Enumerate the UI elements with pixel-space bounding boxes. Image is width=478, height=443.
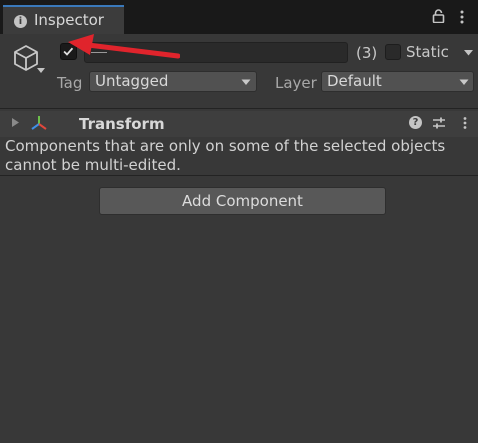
layer-dropdown[interactable]: Default bbox=[321, 71, 474, 92]
tag-dropdown[interactable]: Untagged bbox=[89, 71, 257, 92]
lock-icon[interactable] bbox=[432, 9, 445, 23]
header-divider bbox=[0, 108, 478, 109]
chevron-down-icon bbox=[241, 79, 251, 85]
kebab-menu-icon[interactable] bbox=[459, 9, 465, 25]
multi-edit-warning-message: Components that are only on some of the … bbox=[5, 137, 446, 174]
annotation-arrow-icon bbox=[68, 34, 180, 59]
transform-axes-icon bbox=[31, 116, 47, 130]
kebab-menu-icon[interactable] bbox=[462, 116, 468, 130]
layer-value: Default bbox=[327, 72, 382, 90]
tag-value: Untagged bbox=[95, 72, 169, 90]
transform-title: Transform bbox=[79, 115, 165, 133]
info-icon: i bbox=[14, 15, 27, 28]
selected-count: (3) bbox=[356, 44, 378, 62]
chevron-down-icon bbox=[459, 79, 469, 85]
static-dropdown-chevron-icon[interactable] bbox=[463, 49, 474, 57]
layer-label: Layer bbox=[275, 74, 317, 92]
add-component-button[interactable]: Add Component bbox=[99, 187, 386, 215]
static-checkbox[interactable] bbox=[385, 44, 401, 60]
foldout-arrow-icon[interactable] bbox=[11, 117, 20, 128]
message-divider bbox=[0, 175, 478, 176]
tab-title: Inspector bbox=[34, 11, 104, 29]
presets-sliders-icon[interactable] bbox=[432, 116, 446, 130]
tag-label: Tag bbox=[57, 74, 83, 92]
static-label: Static bbox=[406, 43, 449, 61]
chevron-down-icon[interactable] bbox=[36, 67, 46, 75]
help-icon[interactable]: ? bbox=[409, 116, 422, 129]
transform-component-header[interactable] bbox=[0, 111, 478, 137]
